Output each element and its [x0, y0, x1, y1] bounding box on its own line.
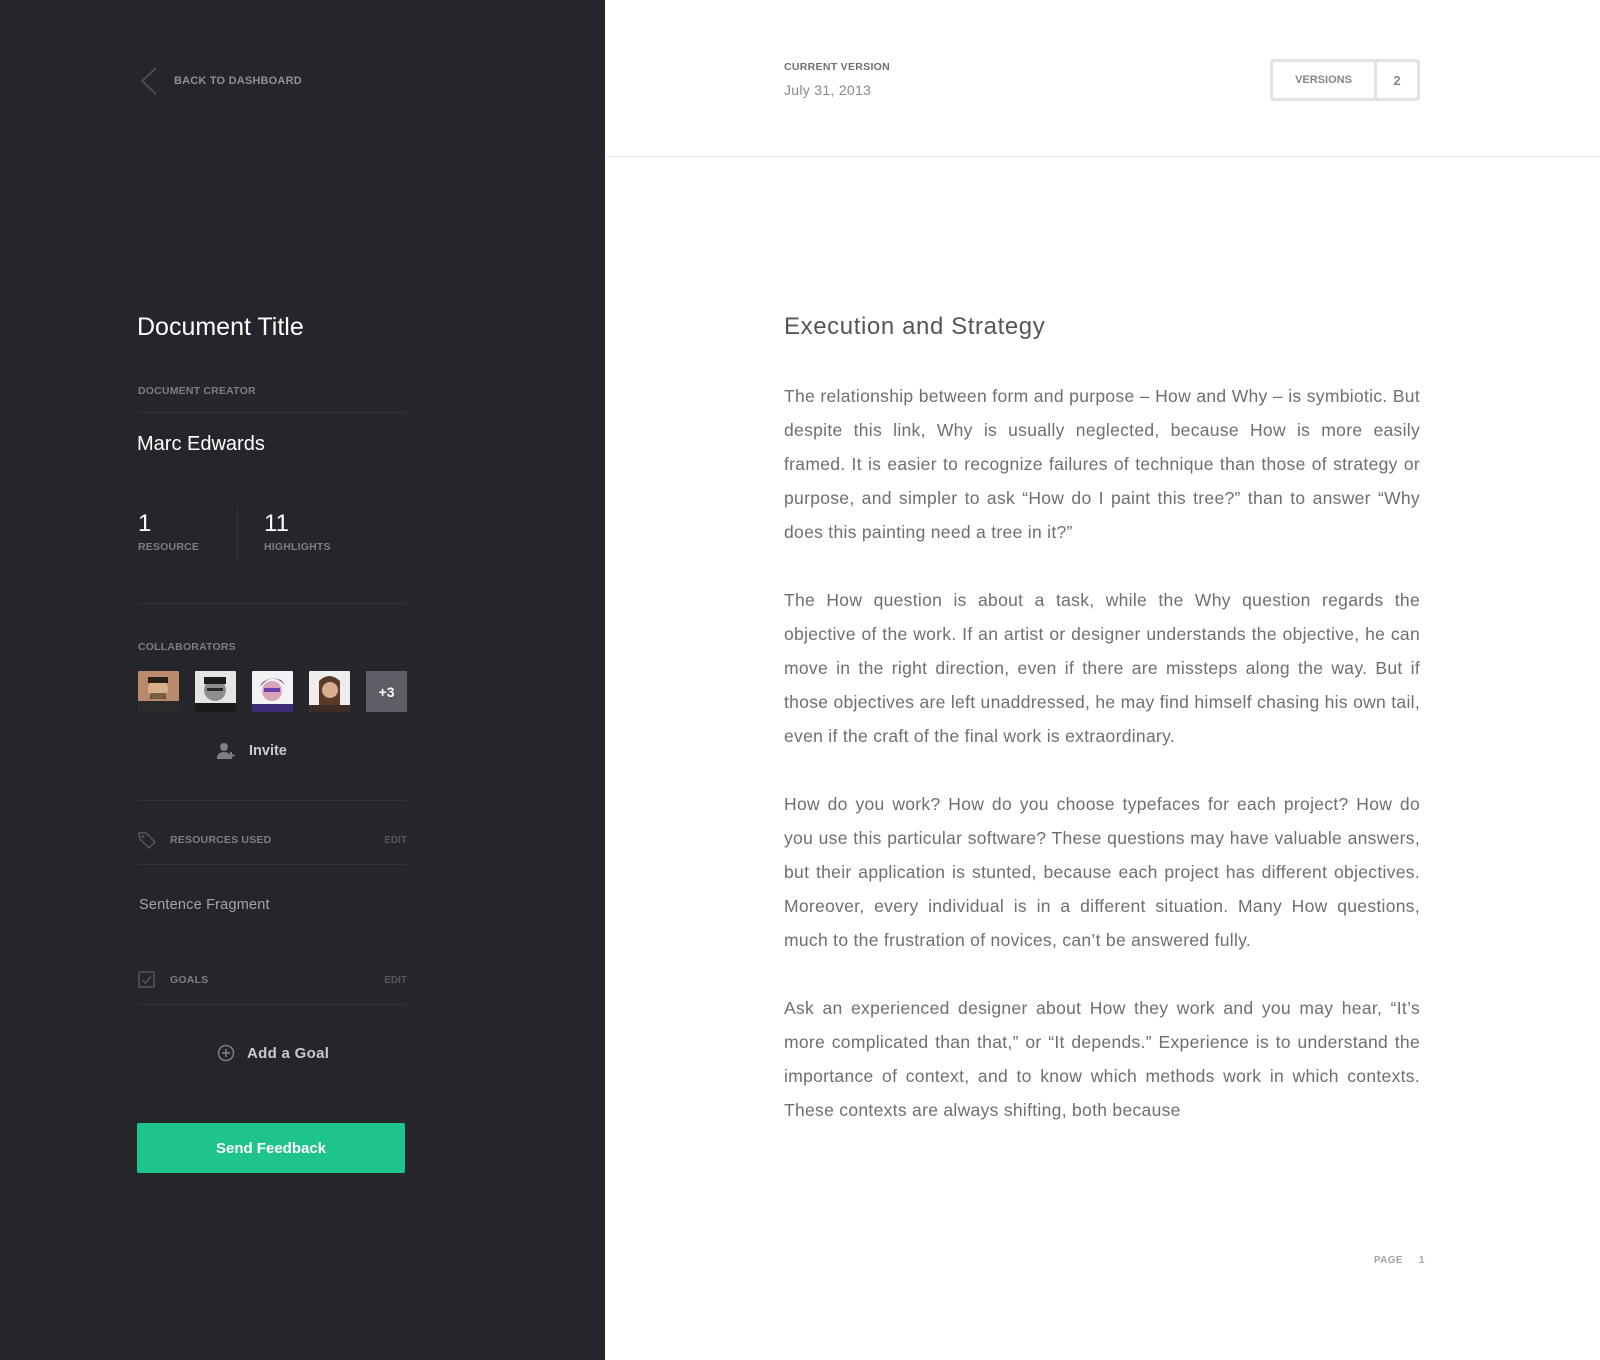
avatar[interactable]	[138, 671, 179, 712]
current-version-label: CURRENT VERSION	[784, 61, 891, 73]
stat-divider	[237, 506, 238, 560]
stat-highlights-label: HIGHLIGHTS	[264, 541, 331, 553]
document-creator-label: DOCUMENT CREATOR	[138, 385, 256, 397]
avatar[interactable]	[252, 671, 293, 712]
versions-count: 2	[1393, 72, 1401, 88]
stat-resource-label: RESOURCE	[138, 541, 200, 553]
add-goal-button[interactable]: Add a Goal	[217, 1044, 329, 1062]
goals-label: GOALS	[170, 974, 209, 986]
creator-name: Marc Edwards	[137, 433, 265, 455]
document-panel: CURRENT VERSION July 31, 2013 VERSIONS 2…	[605, 0, 1600, 1360]
paragraph: How do you work? How do you choose typef…	[784, 794, 1420, 950]
document-body: Execution and Strategy The relationship …	[784, 313, 1420, 1218]
more-collaborators-badge[interactable]: +3	[366, 671, 407, 712]
add-user-icon	[217, 743, 235, 759]
add-goal-label: Add a Goal	[247, 1044, 330, 1062]
sidebar: BACK TO DASHBOARD Document Title DOCUMEN…	[0, 0, 605, 1360]
avatar[interactable]	[195, 671, 236, 712]
resources-used-label: RESOURCES USED	[170, 834, 272, 846]
stat-highlights-value: 11	[264, 510, 289, 537]
resources-used-header: RESOURCES USED EDIT	[138, 831, 407, 849]
paragraph: Ask an experienced designer about How th…	[784, 998, 1420, 1120]
collaborator-avatars: +3	[138, 671, 407, 712]
goals-edit-button[interactable]: EDIT	[384, 975, 407, 986]
resource-item[interactable]: Sentence Fragment	[139, 897, 270, 913]
stat-resource-value: 1	[138, 510, 152, 537]
article-heading: Execution and Strategy	[784, 313, 1046, 340]
divider	[138, 1004, 407, 1005]
divider	[138, 800, 407, 801]
stat-highlights: 11 HIGHLIGHTS	[264, 510, 331, 553]
avatar[interactable]	[309, 671, 350, 712]
paragraph: The How question is about a task, while …	[784, 590, 1420, 746]
goals-header: GOALS EDIT	[138, 971, 407, 989]
versions-button[interactable]: VERSIONS 2	[1270, 59, 1420, 101]
chevron-left-icon	[140, 67, 157, 95]
paragraph: The relationship between form and purpos…	[784, 386, 1420, 542]
back-to-dashboard-label: BACK TO DASHBOARD	[174, 75, 302, 87]
divider	[138, 603, 407, 604]
current-version-date: July 31, 2013	[784, 82, 872, 98]
resources-edit-button[interactable]: EDIT	[384, 835, 407, 846]
invite-button[interactable]: Invite	[217, 742, 287, 760]
back-to-dashboard-link[interactable]: BACK TO DASHBOARD	[138, 66, 302, 96]
plus-circle-icon	[217, 1044, 235, 1062]
checkbox-icon	[138, 971, 155, 988]
divider	[138, 412, 407, 413]
document-header: CURRENT VERSION July 31, 2013 VERSIONS 2	[605, 0, 1600, 157]
page-number: 1	[1418, 1255, 1425, 1266]
article-text: The relationship between form and purpos…	[784, 379, 1420, 1218]
tag-icon	[138, 832, 156, 849]
stat-resource: 1 RESOURCE	[138, 510, 199, 553]
invite-label: Invite	[249, 743, 287, 759]
send-feedback-button[interactable]: Send Feedback	[137, 1123, 405, 1173]
versions-label: VERSIONS	[1273, 62, 1377, 98]
page-label: PAGE	[1374, 1255, 1403, 1266]
collaborators-label: COLLABORATORS	[138, 641, 236, 653]
document-title: Document Title	[137, 313, 304, 341]
divider	[138, 864, 407, 865]
page-indicator: PAGE 1	[1374, 1255, 1425, 1266]
